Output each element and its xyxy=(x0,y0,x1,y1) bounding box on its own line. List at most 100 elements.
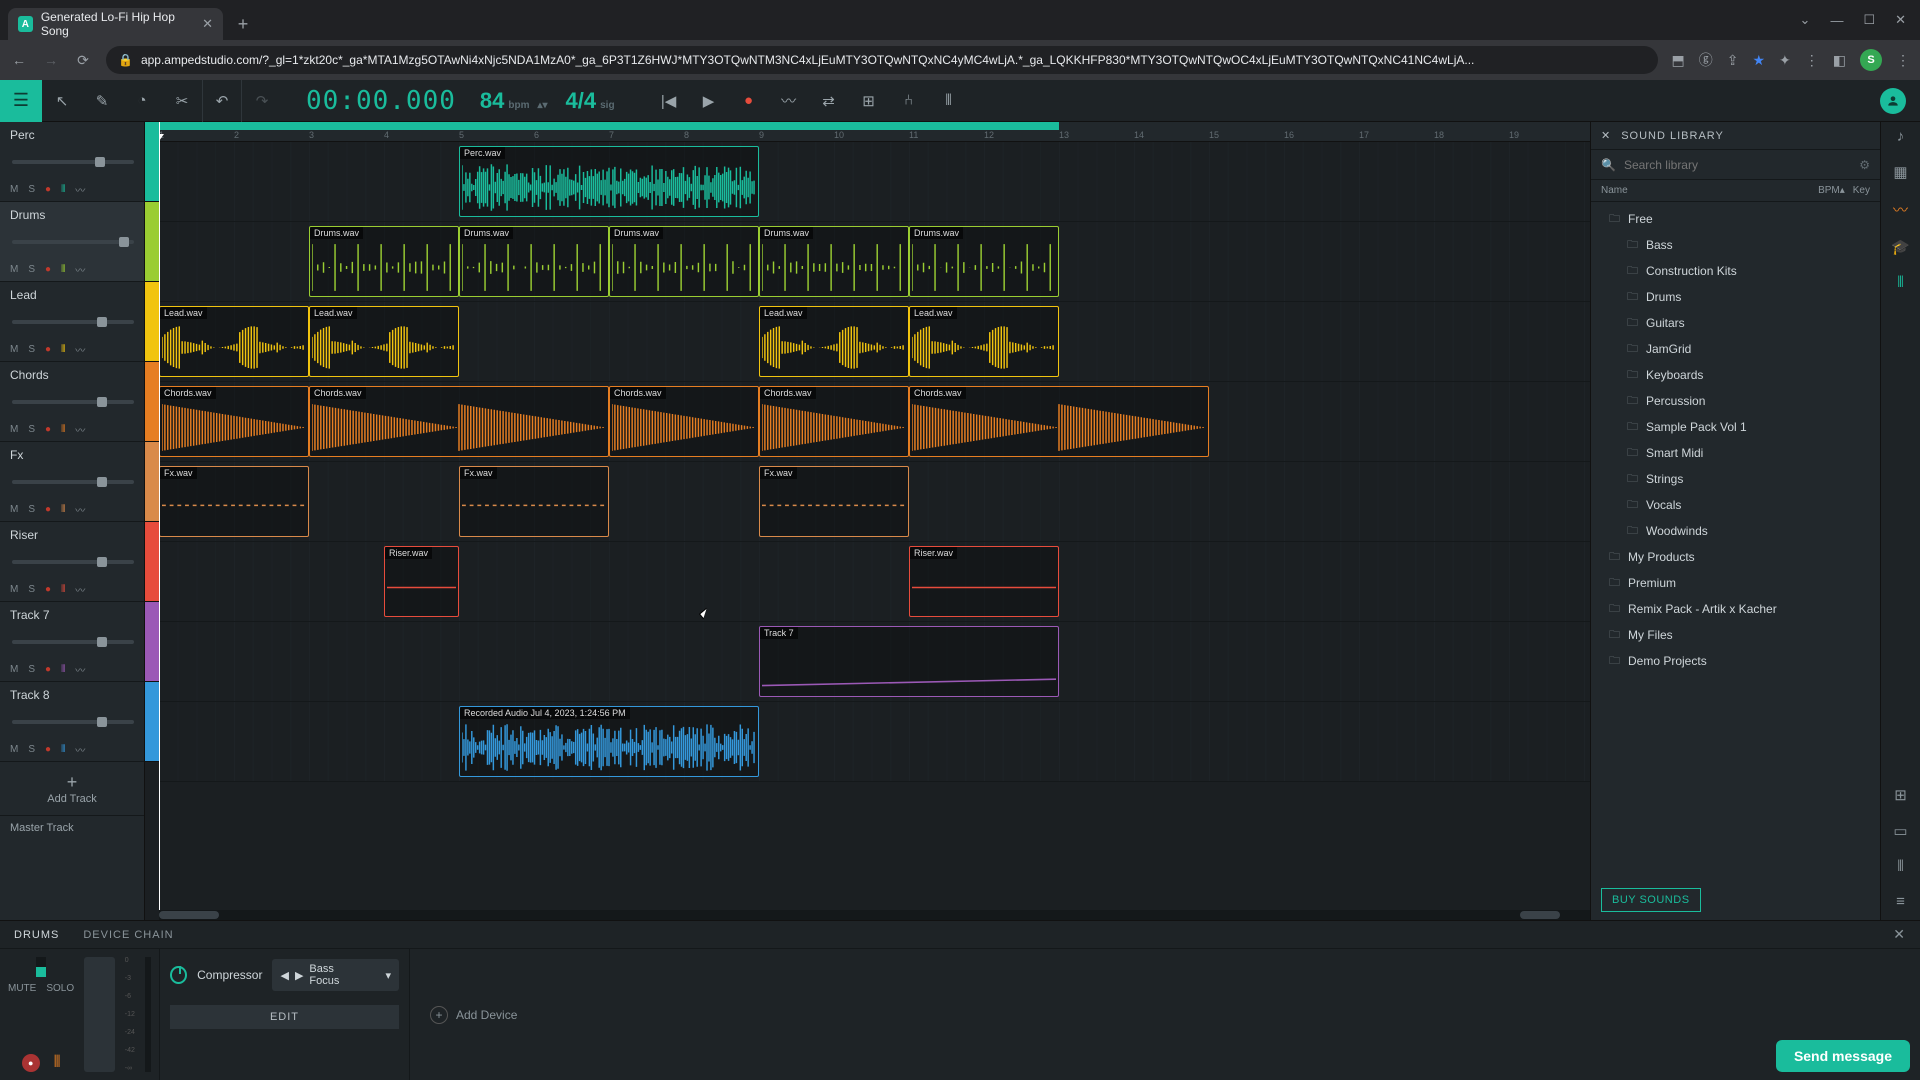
extensions-icon[interactable]: ✦ xyxy=(1779,52,1791,69)
library-folder[interactable]: 🗀Remix Pack - Artik x Kacher xyxy=(1591,596,1880,622)
redo-button[interactable]: ↷ xyxy=(242,80,282,122)
library-folder[interactable]: 🗀Vocals xyxy=(1591,492,1880,518)
timeline[interactable]: 12345678910111213141516171819 Perc.wavDr… xyxy=(159,122,1590,920)
solo-button[interactable]: S xyxy=(28,504,35,515)
metronome-icon[interactable]: ◔ xyxy=(122,80,162,122)
track-header[interactable]: Chords M S ● ⫴ 〰 xyxy=(0,362,144,442)
mute-button[interactable]: M xyxy=(10,744,18,755)
omnibox[interactable]: 🔒 app.ampedstudio.com/?_gl=1*zkt20c*_ga*… xyxy=(106,46,1658,74)
track-header[interactable]: Perc M S ● ⫴ 〰 xyxy=(0,122,144,202)
bpm-spinner-icon[interactable]: ▴▾ xyxy=(537,100,547,111)
wave-icon[interactable]: 〰 xyxy=(1893,199,1908,220)
library-folder[interactable]: 🗀Strings xyxy=(1591,466,1880,492)
loop-button[interactable]: ⇄ xyxy=(809,80,849,122)
library-folder[interactable]: 🗀Woodwinds xyxy=(1591,518,1880,544)
playhead[interactable] xyxy=(159,122,160,920)
audio-clip[interactable]: Recorded Audio Jul 4, 2023, 1:24:56 PM xyxy=(459,706,759,777)
audio-clip[interactable]: Chords.wav xyxy=(909,386,1209,457)
audio-clip[interactable]: Fx.wav xyxy=(159,466,309,537)
reload-icon[interactable]: ⟳ xyxy=(74,52,92,69)
col-bpm[interactable]: BPM▴ xyxy=(1818,185,1845,196)
automation-icon[interactable]: 〰 xyxy=(75,582,85,597)
solo-button[interactable]: SOLO xyxy=(46,983,74,994)
timesig-display[interactable]: 4/4 sig xyxy=(566,88,633,114)
eq-icon[interactable]: ⫴ xyxy=(61,424,65,435)
audio-clip[interactable]: Drums.wav xyxy=(609,226,759,297)
eq-icon[interactable]: ⫴ xyxy=(61,504,65,515)
matrix-icon[interactable]: ⊞ xyxy=(1894,786,1907,804)
arm-icon[interactable]: ● xyxy=(45,184,51,195)
mute-button[interactable]: M xyxy=(10,584,18,595)
mute-button[interactable]: M xyxy=(10,264,18,275)
record-button[interactable]: ● xyxy=(729,80,769,122)
solo-button[interactable]: S xyxy=(28,184,35,195)
mute-button[interactable]: M xyxy=(10,504,18,515)
library-folder[interactable]: 🗀Percussion xyxy=(1591,388,1880,414)
eq-icon[interactable]: ⫴ xyxy=(61,664,65,675)
track-lane[interactable]: Perc.wav xyxy=(159,142,1590,222)
automation-icon[interactable]: 〰 xyxy=(75,182,85,197)
track-lane[interactable]: Chords.wavChords.wavChords.wavChords.wav… xyxy=(159,382,1590,462)
audio-clip[interactable]: Lead.wav xyxy=(909,306,1059,377)
solo-button[interactable]: S xyxy=(28,664,35,675)
mute-button[interactable]: M xyxy=(10,664,18,675)
audio-clip[interactable]: Chords.wav xyxy=(159,386,309,457)
arm-icon[interactable]: ● xyxy=(45,424,51,435)
add-device-button[interactable]: + Add Device xyxy=(410,949,537,1080)
profile-avatar[interactable]: S xyxy=(1860,49,1882,71)
library-folder[interactable]: 🗀Sample Pack Vol 1 xyxy=(1591,414,1880,440)
track-header[interactable]: Lead M S ● ⫴ 〰 xyxy=(0,282,144,362)
send-message-button[interactable]: Send message xyxy=(1776,1040,1910,1072)
close-icon[interactable]: ✕ xyxy=(202,16,213,32)
prev-preset-icon[interactable]: ◀ xyxy=(280,969,288,982)
arm-icon[interactable]: ● xyxy=(45,664,51,675)
close-window-icon[interactable]: ✕ xyxy=(1895,12,1906,28)
library-folder[interactable]: 🗀Smart Midi xyxy=(1591,440,1880,466)
automation-icon[interactable]: 〰 xyxy=(75,422,85,437)
piano-icon[interactable]: ⦀ xyxy=(1897,858,1904,875)
track-header[interactable]: Fx M S ● ⫴ 〰 xyxy=(0,442,144,522)
audio-clip[interactable]: Perc.wav xyxy=(459,146,759,217)
minimize-icon[interactable]: — xyxy=(1830,13,1843,28)
track-lane[interactable]: Recorded Audio Jul 4, 2023, 1:24:56 PM xyxy=(159,702,1590,782)
arm-icon[interactable]: ● xyxy=(45,344,51,355)
new-tab-button[interactable]: + xyxy=(229,10,257,38)
automation-icon[interactable]: 〰 xyxy=(75,662,85,677)
cap-icon[interactable]: 🎓 xyxy=(1891,238,1910,256)
library-folder[interactable]: 🗀Demo Projects xyxy=(1591,648,1880,674)
play-button[interactable]: ▶ xyxy=(689,80,729,122)
library-folder[interactable]: 🗀Keyboards xyxy=(1591,362,1880,388)
preset-selector[interactable]: ◀ ▶ Bass Focus ▾ xyxy=(272,959,399,991)
solo-button[interactable]: S xyxy=(28,264,35,275)
buy-sounds-button[interactable]: BUY SOUNDS xyxy=(1601,888,1701,912)
audio-clip[interactable]: Track 7 xyxy=(759,626,1059,697)
bpm-display[interactable]: 84 bpm ▴▾ xyxy=(480,88,566,114)
note-icon[interactable]: ♪ xyxy=(1897,128,1905,145)
count-in-icon[interactable]: ⑃ xyxy=(889,80,929,122)
pan-meter[interactable] xyxy=(36,957,46,977)
close-device-panel-icon[interactable]: ✕ xyxy=(1893,926,1906,943)
eq-icon[interactable]: ⫴ xyxy=(1897,274,1903,291)
volume-slider[interactable] xyxy=(12,240,134,244)
track-header[interactable]: Drums M S ● ⫴ 〰 xyxy=(0,202,144,282)
volume-slider[interactable] xyxy=(12,640,134,644)
audio-clip[interactable]: Fx.wav xyxy=(759,466,909,537)
col-name[interactable]: Name xyxy=(1601,185,1628,196)
volume-slider[interactable] xyxy=(12,400,134,404)
track-header[interactable]: Riser M S ● ⫴ 〰 xyxy=(0,522,144,602)
audio-clip[interactable]: Drums.wav xyxy=(759,226,909,297)
kebab-icon[interactable]: ⋮ xyxy=(1805,52,1819,69)
panel-icon[interactable]: ▭ xyxy=(1893,822,1907,840)
volume-fader[interactable] xyxy=(84,957,115,1072)
library-folder[interactable]: 🗀Guitars xyxy=(1591,310,1880,336)
audio-clip[interactable]: Chords.wav xyxy=(309,386,609,457)
mute-button[interactable]: M xyxy=(10,424,18,435)
chevron-down-icon[interactable]: ⌄ xyxy=(1800,12,1811,28)
edit-device-button[interactable]: EDIT xyxy=(170,1005,399,1029)
mute-button[interactable]: M xyxy=(10,184,18,195)
solo-button[interactable]: S xyxy=(28,344,35,355)
library-folder[interactable]: 🗀My Products xyxy=(1591,544,1880,570)
eq-icon[interactable]: ⫴ xyxy=(61,344,65,355)
track-header[interactable]: Track 7 M S ● ⫴ 〰 xyxy=(0,602,144,682)
audio-clip[interactable]: Fx.wav xyxy=(459,466,609,537)
